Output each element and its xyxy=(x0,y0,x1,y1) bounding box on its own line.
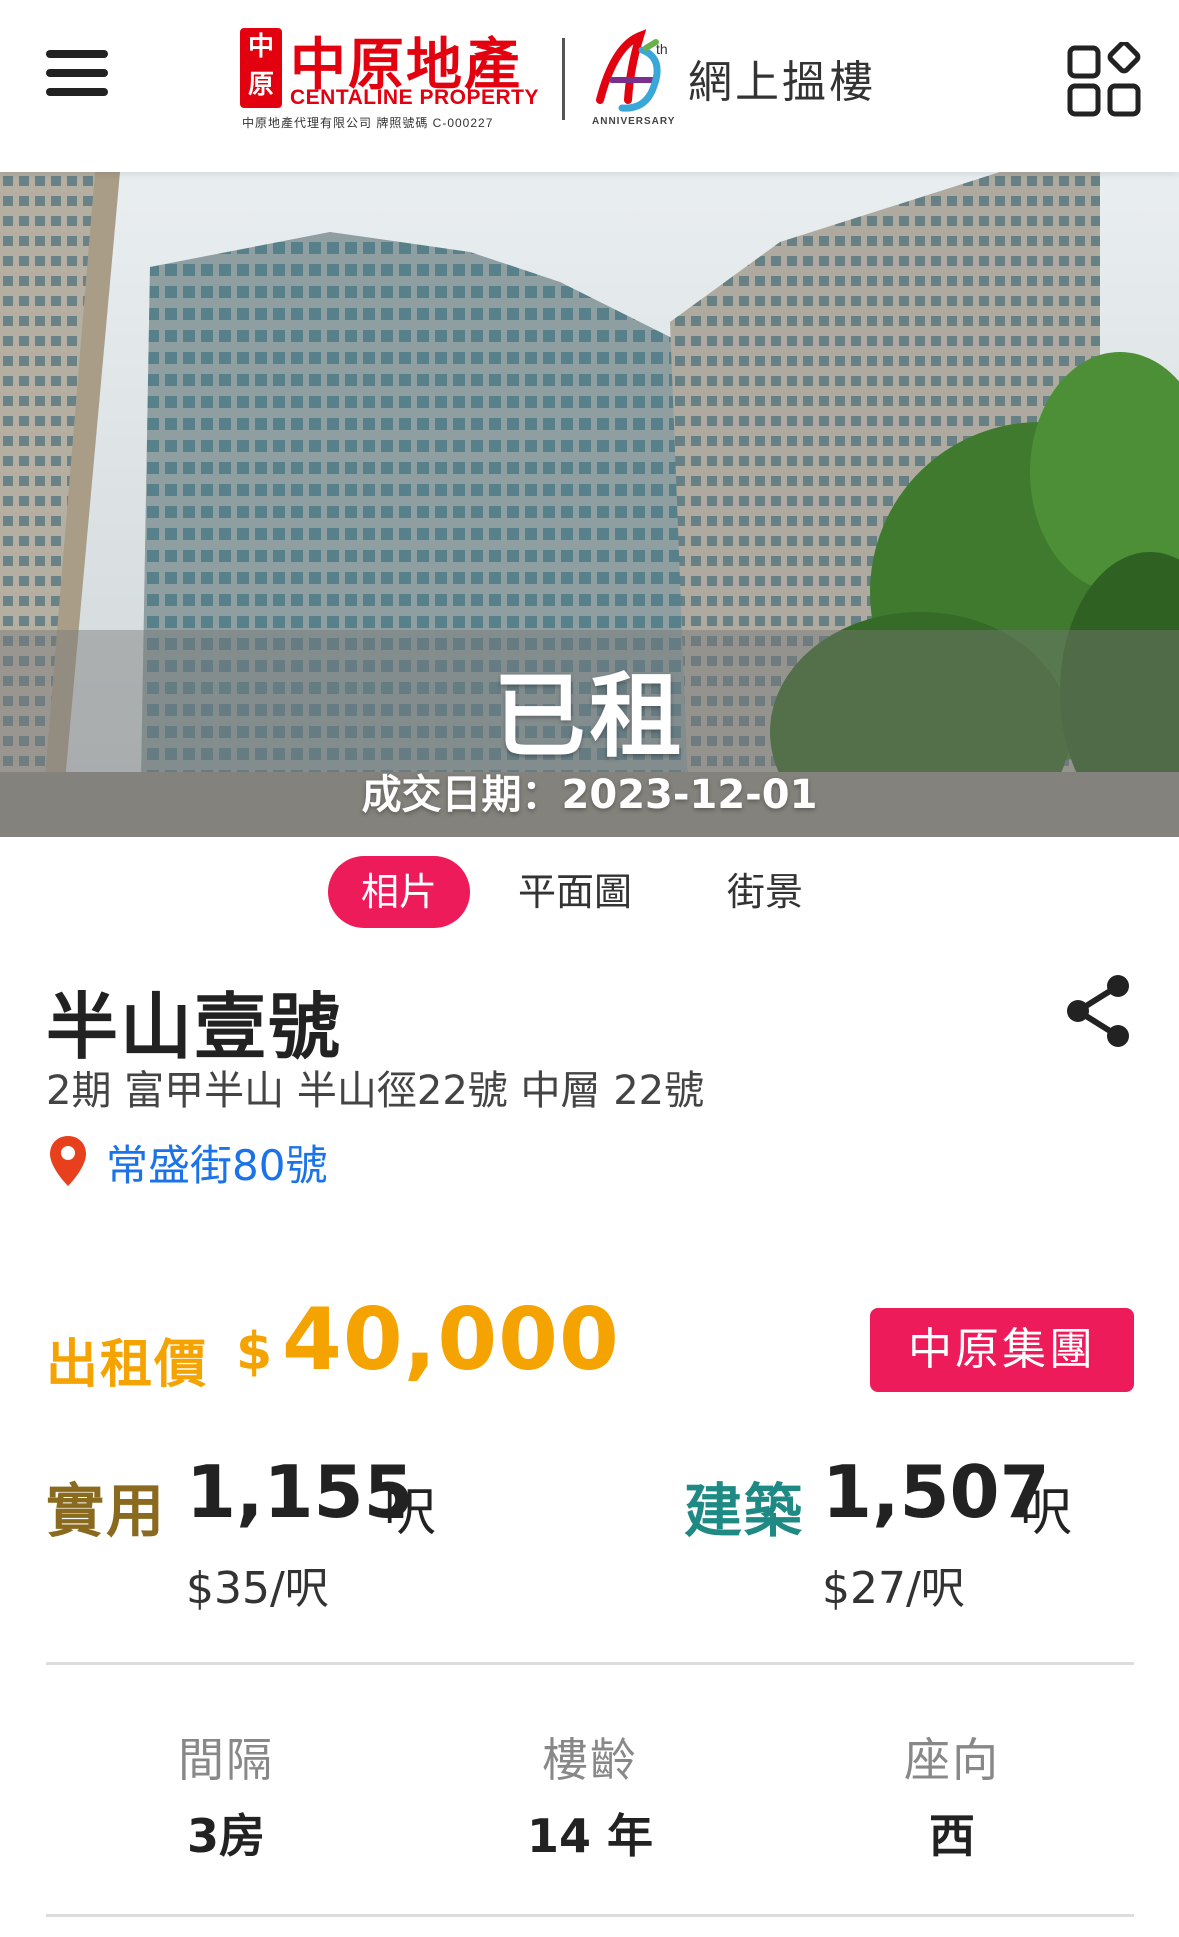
building-age-label: 樓齡 xyxy=(542,1733,638,1787)
app-grid-icon[interactable] xyxy=(1066,42,1144,120)
price-value: 40,000 xyxy=(282,1290,620,1390)
anniversary-logo-icon: th xyxy=(596,29,668,112)
brand-seal: 中原 xyxy=(240,28,282,108)
property-subtitle: 2期 富甲半山 半山徑22號 中層 22號 xyxy=(46,1068,705,1114)
section-title: 網上搵樓 xyxy=(688,57,876,108)
saleable-area-value: 1,155 xyxy=(186,1450,414,1534)
tab-floor-plan[interactable]: 平面圖 xyxy=(500,856,650,928)
address-link[interactable]: 常盛街80號 xyxy=(106,1132,327,1193)
brand-name-en: CENTALINE PROPERTY xyxy=(290,86,539,109)
orientation-label: 座向 xyxy=(904,1733,1000,1787)
gross-area-unit: 呎 xyxy=(1020,1483,1073,1543)
layout-value: 3房 xyxy=(186,1809,265,1863)
svg-text:th: th xyxy=(656,41,668,57)
property-photo[interactable]: 已租 成交日期：2023-12-01 xyxy=(0,172,1179,837)
building-age-value: 14 年 xyxy=(526,1809,654,1863)
anniversary-text: ANNIVERSARY xyxy=(592,116,676,127)
share-icon[interactable] xyxy=(1062,972,1134,1050)
price-currency: $ xyxy=(236,1322,273,1382)
agency-badge[interactable]: 中原集團 xyxy=(870,1308,1134,1392)
deal-date: 成交日期：2023-12-01 xyxy=(361,772,818,818)
saleable-price-per-sqft: $35/呎 xyxy=(186,1563,329,1614)
tab-street-view[interactable]: 街景 xyxy=(690,856,840,928)
orientation-value: 西 xyxy=(929,1809,975,1863)
hamburger-menu-icon[interactable] xyxy=(46,50,108,96)
price-label: 出租價 xyxy=(46,1335,209,1395)
location-pin-icon xyxy=(50,1136,86,1186)
tab-photos[interactable]: 相片 xyxy=(328,856,470,928)
brand-logo[interactable]: 中原 中原地產 CENTALINE PROPERTY 中原地產代理有限公司 牌照… xyxy=(240,26,880,130)
saleable-area-unit: 呎 xyxy=(384,1483,437,1543)
license-text: 中原地產代理有限公司 牌照號碼 C-000227 xyxy=(242,116,494,130)
app-header: 中原 中原地產 CENTALINE PROPERTY 中原地產代理有限公司 牌照… xyxy=(0,0,1179,172)
section-divider xyxy=(46,1662,1134,1665)
gross-area-label: 建築 xyxy=(684,1477,805,1545)
gross-area-value: 1,507 xyxy=(822,1450,1050,1534)
logo-divider xyxy=(562,38,565,120)
media-tabs: 相片 平面圖 街景 xyxy=(0,852,1179,932)
gross-price-per-sqft: $27/呎 xyxy=(822,1563,965,1614)
rental-status: 已租 xyxy=(493,663,686,770)
layout-label: 間隔 xyxy=(178,1733,274,1787)
saleable-area-label: 實用 xyxy=(46,1477,167,1545)
section-divider-bottom xyxy=(46,1914,1134,1917)
